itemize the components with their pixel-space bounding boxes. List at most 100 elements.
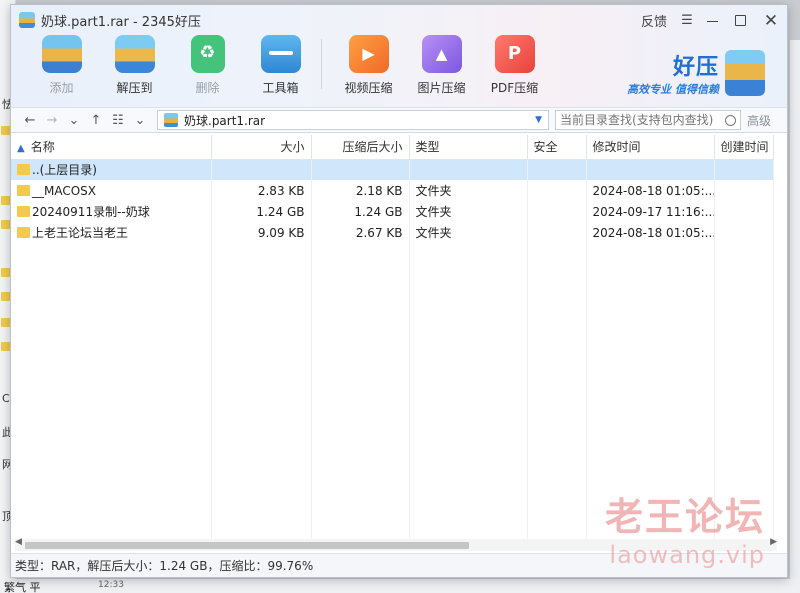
- table-row[interactable]: 上老王论坛当老王 9.09 KB 2.67 KB 文件夹 2024-08-18 …: [11, 222, 774, 243]
- type-cell: 文件夹: [409, 180, 528, 201]
- file-name: 20240911录制--奶球: [32, 205, 150, 219]
- minimize-button[interactable]: [707, 19, 723, 22]
- empty-cell: [527, 243, 587, 545]
- column-header-size[interactable]: 大小: [211, 135, 312, 160]
- packed-size-cell: [311, 159, 410, 180]
- security-cell: [527, 222, 587, 243]
- scroll-left-icon[interactable]: ◀: [15, 537, 22, 547]
- brand-logo-icon: [725, 50, 765, 96]
- search-field[interactable]: [555, 110, 741, 130]
- desktop-text: C: [2, 392, 10, 405]
- chevron-down-icon[interactable]: ⌄: [63, 113, 85, 128]
- name-cell: __MACOSX: [11, 180, 212, 201]
- packed-size-cell: 2.18 KB: [311, 180, 410, 201]
- video-compress-icon: [348, 35, 389, 73]
- name-cell: 上老王论坛当老王: [11, 222, 212, 243]
- add-label: 添加: [49, 81, 74, 95]
- search-icon[interactable]: [725, 114, 736, 126]
- advanced-search-link[interactable]: 高级: [747, 112, 771, 129]
- column-header-created[interactable]: 创建时间: [714, 135, 774, 160]
- image-compress-icon: [421, 35, 462, 73]
- close-icon[interactable]: ✕: [763, 12, 779, 29]
- image-compress-label: 图片压缩: [417, 81, 466, 95]
- empty-area: [11, 243, 774, 545]
- modified-cell: 2024-08-18 01:05:...: [586, 180, 715, 201]
- scroll-right-icon[interactable]: ▶: [770, 537, 777, 547]
- file-name: ..(上层目录): [32, 163, 97, 178]
- archive-icon: [164, 113, 178, 127]
- empty-cell: [714, 243, 774, 545]
- maximize-button[interactable]: [735, 15, 751, 26]
- name-cell: ..(上层目录): [11, 159, 212, 180]
- horizontal-scrollbar[interactable]: ◀ ▶: [15, 537, 777, 551]
- current-path: 奶球.part1.rar: [184, 113, 266, 128]
- pdf-compress-icon: [494, 35, 535, 73]
- file-name: __MACOSX: [32, 183, 97, 198]
- toolbox-button[interactable]: 工具箱: [244, 35, 317, 96]
- size-cell: [211, 159, 312, 180]
- brand-name: 好压: [672, 55, 719, 80]
- desktop-folder-icon: [1, 126, 10, 135]
- add-archive-icon: [41, 35, 82, 73]
- up-arrow-icon[interactable]: ↑: [85, 113, 107, 128]
- view-mode-icon[interactable]: ☷: [107, 113, 129, 128]
- toolbox-label: 工具箱: [262, 81, 299, 95]
- column-header-packed-size[interactable]: 压缩后大小: [311, 135, 410, 160]
- table-row[interactable]: __MACOSX 2.83 KB 2.18 KB 文件夹 2024-08-18 …: [11, 180, 774, 201]
- archive-app-icon: [19, 12, 35, 28]
- status-text: 类型：RAR，解压后大小：1.24 GB，压缩比：99.76%: [15, 559, 314, 573]
- column-header-name[interactable]: ▲ 名称: [11, 135, 212, 160]
- modified-cell: 2024-09-17 11:16:...: [586, 201, 715, 222]
- table-header: ▲ 名称 大小 压缩后大小 类型 安全 修改时间 创建时间: [11, 135, 774, 160]
- created-cell: [714, 201, 774, 222]
- haozip-window: 奶球.part1.rar - 2345好压 反馈 ☰ ✕ 添加 解压到 删除: [10, 4, 788, 578]
- file-name: 上老王论坛当老王: [32, 226, 129, 240]
- back-arrow-icon[interactable]: ←: [19, 113, 41, 128]
- status-bar: 类型：RAR，解压后大小：1.24 GB，压缩比：99.76%: [11, 553, 787, 577]
- toolbox-icon: [260, 35, 301, 73]
- type-cell: [409, 159, 528, 180]
- created-cell: [714, 180, 774, 201]
- pdf-compress-label: PDF压缩: [490, 81, 539, 95]
- scrollbar-thumb[interactable]: [25, 542, 469, 549]
- table-row[interactable]: 20240911录制--奶球 1.24 GB 1.24 GB 文件夹 2024-…: [11, 201, 774, 222]
- recycle-delete-icon: [190, 35, 225, 73]
- name-cell: 20240911录制--奶球: [11, 201, 212, 222]
- delete-button[interactable]: 删除: [171, 35, 244, 96]
- view-dropdown-icon[interactable]: ⌄: [129, 113, 151, 128]
- delete-label: 删除: [195, 81, 220, 95]
- desktop-bottom-strip: 繁气 平 12:33: [0, 579, 800, 593]
- packed-size-cell: 1.24 GB: [311, 201, 410, 222]
- extract-to-button[interactable]: 解压到: [98, 35, 171, 96]
- empty-cell: [586, 243, 715, 545]
- security-cell: [527, 201, 587, 222]
- created-cell: [714, 159, 774, 180]
- type-cell: 文件夹: [409, 222, 528, 243]
- add-button[interactable]: 添加: [25, 35, 98, 96]
- path-field[interactable]: 奶球.part1.rar ▼: [157, 110, 549, 130]
- image-compress-button[interactable]: 图片压缩: [405, 35, 478, 96]
- pdf-compress-button[interactable]: PDF压缩: [478, 35, 551, 96]
- column-header-modified[interactable]: 修改时间: [586, 135, 715, 160]
- table-row[interactable]: ..(上层目录): [11, 159, 774, 180]
- type-cell: 文件夹: [409, 201, 528, 222]
- feedback-button[interactable]: 反馈: [641, 11, 667, 30]
- modified-cell: 2024-08-18 01:05:...: [586, 222, 715, 243]
- video-compress-label: 视频压缩: [344, 81, 393, 95]
- toolbar-divider: [321, 39, 322, 89]
- size-cell: 1.24 GB: [211, 201, 312, 222]
- file-table: ▲ 名称 大小 压缩后大小 类型 安全 修改时间 创建时间 ..(上层目录) _…: [11, 135, 774, 545]
- minimize-icon: [707, 21, 718, 22]
- video-compress-button[interactable]: 视频压缩: [332, 35, 405, 96]
- extract-label: 解压到: [116, 81, 153, 95]
- column-header-type[interactable]: 类型: [409, 135, 528, 160]
- forward-arrow-icon[interactable]: →: [41, 113, 63, 128]
- menu-icon[interactable]: ☰: [679, 13, 695, 28]
- column-header-security[interactable]: 安全: [527, 135, 587, 160]
- window-controls: 反馈 ☰ ✕: [641, 11, 779, 30]
- search-input[interactable]: [560, 113, 723, 127]
- extract-icon: [114, 35, 155, 73]
- column-label: 名称: [30, 140, 55, 155]
- packed-size-cell: 2.67 KB: [311, 222, 410, 243]
- path-dropdown-icon[interactable]: ▼: [535, 115, 542, 125]
